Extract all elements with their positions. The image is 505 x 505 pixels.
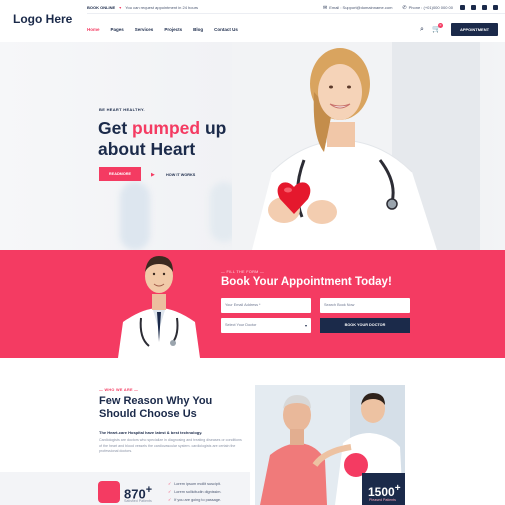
hero-title-line2: about Heart: [98, 139, 196, 159]
nav-pages[interactable]: Pages: [111, 27, 124, 32]
nav-projects[interactable]: Projects: [164, 27, 182, 32]
doctor-select[interactable]: Select Your Doctor ▾: [221, 318, 311, 333]
patients-card-number: 1500: [368, 485, 395, 499]
patients-card-label: Pleased Patients: [369, 498, 396, 502]
book-doctor-button[interactable]: BOOK YOUR DOCTOR: [320, 318, 410, 333]
cart-count-badge: 0: [438, 23, 443, 28]
phone-icon: ✆: [402, 5, 407, 11]
chevron-down-icon: ▾: [304, 323, 307, 328]
read-more-button[interactable]: READMORE: [99, 167, 141, 181]
why-tag: — WHO WE ARE —: [99, 388, 139, 392]
slider-dot[interactable]: [407, 240, 411, 244]
stat-suffix: +: [145, 484, 153, 496]
list-item: ✓ If you are going to passage.: [168, 496, 221, 504]
check-text: If you are going to passage.: [174, 498, 222, 502]
check-text: Lorem ipsum mollit suscipit.: [174, 482, 221, 486]
book-online-label[interactable]: BOOK ONLINE: [87, 5, 115, 10]
site-header: Logo Here BOOK ONLINE ▾ You can request …: [0, 0, 505, 42]
hero-title: Get pumped up about Heart: [98, 118, 226, 160]
appointment-title: Book Your Appointment Today!: [221, 276, 392, 288]
check-text: Lorem sollicitudin dignissim.: [174, 490, 222, 494]
why-title: Few Reason Why You Should Choose Us: [99, 395, 212, 421]
doctor-select-value: Select Your Doctor: [225, 323, 257, 327]
hero-tagline: BE HEART HEALTHY.: [99, 107, 145, 112]
email-field[interactable]: Your Email Address *: [221, 298, 311, 313]
search-field[interactable]: Search Book Now: [320, 298, 410, 313]
nav-contact[interactable]: Contact Us: [214, 27, 238, 32]
twitter-icon[interactable]: [471, 5, 476, 10]
check-icon: ✓: [168, 490, 172, 494]
social-links: [460, 5, 498, 10]
email-contact[interactable]: ✉ Email : Support@domainname.com: [323, 5, 392, 11]
why-title-line2: Should Choose Us: [99, 408, 197, 420]
mail-icon: ✉: [323, 5, 328, 11]
feature-checklist: ✓ Lorem ipsum mollit suscipit. ✓ Lorem sol…: [168, 480, 221, 504]
hero-section: BE HEART HEALTHY. Get pumped up about He…: [0, 42, 505, 250]
email-text: Email : Support@domainname.com: [329, 5, 393, 10]
topbar-booking: BOOK ONLINE ▾ You can request appointmen…: [87, 5, 198, 10]
why-subtitle: The Heart-care Hospital have latest & be…: [99, 430, 203, 435]
appointment-tag: — FILL THE FORM —: [221, 270, 265, 274]
check-icon: ✓: [168, 498, 172, 502]
why-title-line1: Few Reason Why You: [99, 395, 213, 407]
check-icon: ✓: [168, 482, 172, 486]
how-it-works-link[interactable]: HOW IT WORKS: [166, 173, 195, 177]
hero-background-figure: [120, 182, 150, 250]
nav-services[interactable]: Services: [135, 27, 154, 32]
list-item: ✓ Lorem sollicitudin dignissim.: [168, 488, 221, 496]
phone-text: Phone : (+01)000 000 00: [408, 5, 453, 10]
why-body: Cardiologists are doctors who specialize…: [99, 438, 242, 454]
nav-home[interactable]: Home: [87, 27, 100, 32]
play-icon[interactable]: ▶: [151, 172, 155, 178]
topbar-contact: ✉ Email : Support@domainname.com ✆ Phone :…: [323, 5, 453, 11]
nav-blog[interactable]: Blog: [193, 27, 203, 32]
appointment-button[interactable]: APPOINTMENT: [451, 23, 498, 36]
header-divider: [87, 13, 505, 14]
hero-title-highlight: pumped: [132, 118, 201, 138]
hero-title-part2: up: [200, 118, 227, 138]
patients-card-value: 1500+: [368, 483, 401, 499]
heart-icon: [98, 481, 120, 503]
search-icon[interactable]: ⌕: [420, 26, 424, 34]
phone-contact[interactable]: ✆ Phone : (+01)000 000 00: [402, 5, 453, 11]
site-logo[interactable]: Logo Here: [13, 12, 72, 26]
patients-card-suffix: +: [394, 483, 401, 494]
youtube-icon[interactable]: [493, 5, 498, 10]
list-item: ✓ Lorem ipsum mollit suscipit.: [168, 480, 221, 488]
book-online-text: You can request appointment in 24 hours: [125, 5, 199, 10]
linkedin-icon[interactable]: [482, 5, 487, 10]
facebook-icon[interactable]: [460, 5, 465, 10]
chevron-down-icon: ▾: [119, 5, 122, 10]
doctor-appointment-image: [118, 256, 200, 358]
doctor-hero-image: [232, 42, 480, 250]
main-nav: Home Pages Services Projects Blog Contac…: [87, 27, 238, 32]
stat-label: Satisfied Patients: [124, 499, 152, 503]
hero-title-part1: Get: [98, 118, 133, 138]
appointment-section: — FILL THE FORM — Book Your Appointment …: [0, 250, 505, 358]
